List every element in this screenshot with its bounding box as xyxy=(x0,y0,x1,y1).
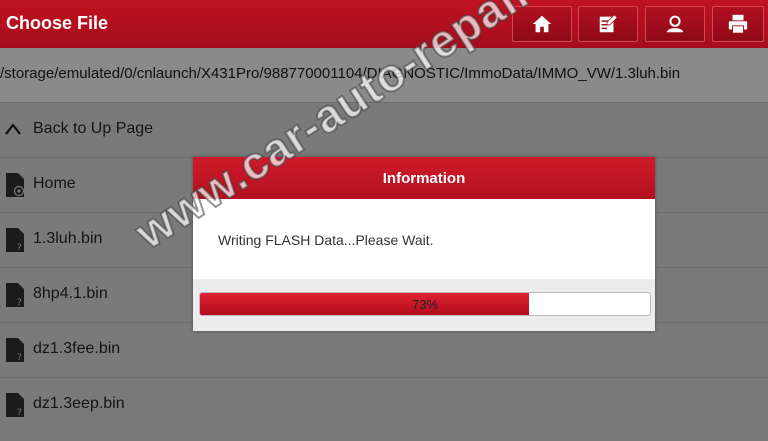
unknown-file-icon: ? xyxy=(6,228,24,253)
title-bar: Choose File xyxy=(0,0,768,49)
user-button[interactable] xyxy=(645,6,705,42)
print-icon xyxy=(728,14,748,34)
progress-bar: 73% xyxy=(199,292,651,316)
unknown-file-icon: ? xyxy=(6,393,24,418)
svg-text:?: ? xyxy=(17,243,22,253)
progress-percent-label: 73% xyxy=(411,296,439,312)
list-item-file[interactable]: ? dz1.3fee.bin xyxy=(0,323,768,378)
svg-text:?: ? xyxy=(17,298,22,308)
list-item-file[interactable]: ? dz1.3eep.bin xyxy=(0,378,768,432)
page-title: Choose File xyxy=(6,13,109,33)
dialog-title: Information xyxy=(382,169,466,187)
list-item-label: Home xyxy=(33,175,76,192)
list-item-label: 8hp4.1.bin xyxy=(33,285,108,302)
list-item-label: dz1.3fee.bin xyxy=(33,340,121,357)
unknown-file-icon: ? xyxy=(6,338,24,363)
edit-note-icon xyxy=(599,14,618,33)
svg-text:?: ? xyxy=(17,408,22,418)
dialog-footer: 73% xyxy=(193,279,655,331)
user-icon xyxy=(666,15,684,33)
list-item-label: 1.3luh.bin xyxy=(33,230,103,247)
svg-text:?: ? xyxy=(17,353,22,363)
unknown-file-icon: ? xyxy=(6,283,24,308)
chevron-up-icon xyxy=(5,123,21,135)
report-button[interactable] xyxy=(578,6,638,42)
list-item-label: dz1.3eep.bin xyxy=(33,395,125,412)
folder-settings-icon xyxy=(6,173,25,197)
home-icon xyxy=(532,15,552,33)
dialog-message: Writing FLASH Data...Please Wait. xyxy=(218,232,434,248)
print-button[interactable] xyxy=(712,6,764,42)
back-label: Back to Up Page xyxy=(33,120,154,137)
back-to-up-page[interactable]: Back to Up Page xyxy=(0,103,768,158)
